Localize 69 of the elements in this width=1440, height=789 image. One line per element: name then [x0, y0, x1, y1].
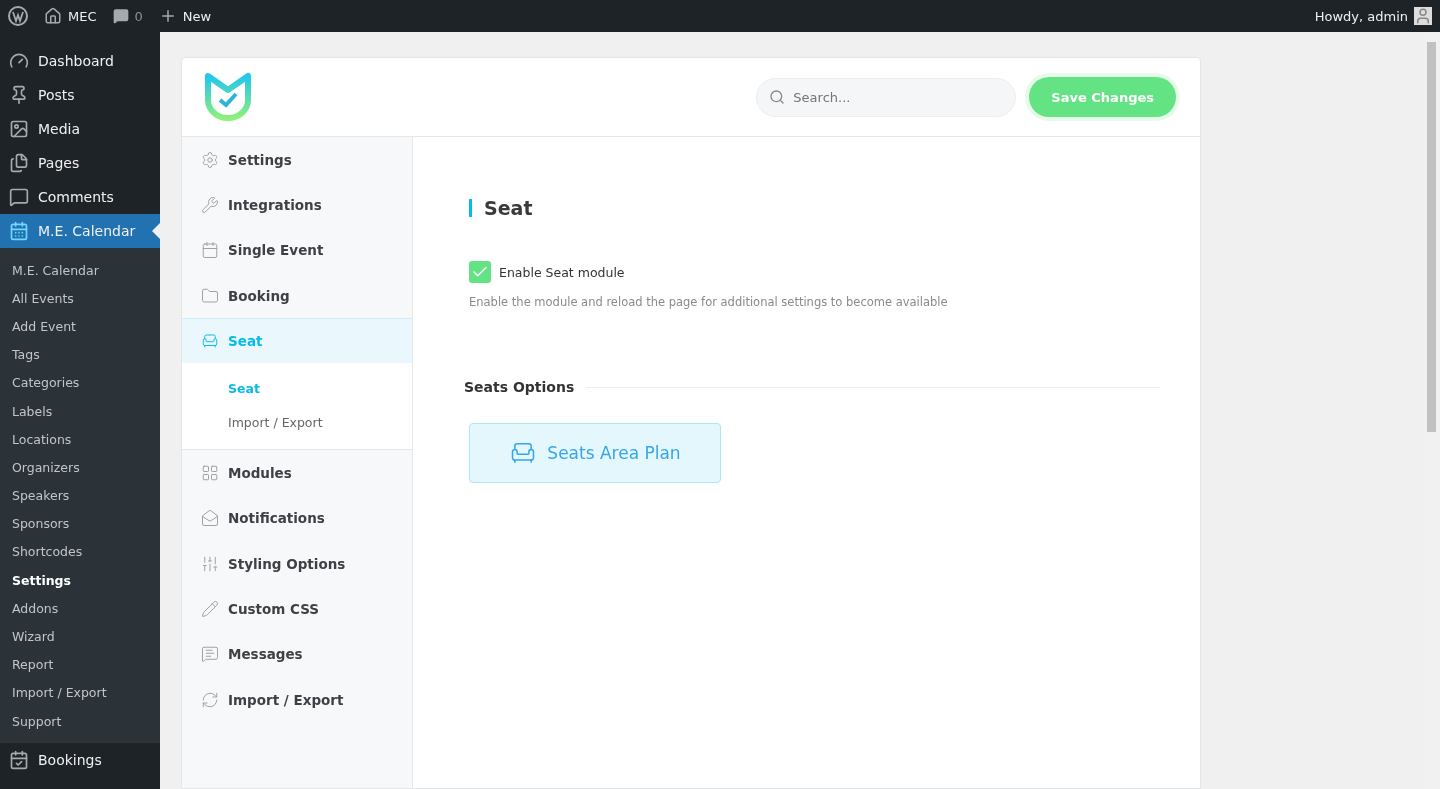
- submenu-item[interactable]: Categories: [0, 368, 160, 397]
- armchair-icon: [201, 332, 219, 351]
- submenu-item[interactable]: Add Event: [0, 312, 160, 341]
- calendar-icon: [201, 241, 219, 260]
- message-icon: [201, 645, 219, 664]
- nav-item[interactable]: Styling Options: [182, 541, 412, 587]
- account-link[interactable]: Howdy, admin: [1314, 7, 1432, 25]
- pages-icon: [9, 153, 29, 173]
- submenu-item[interactable]: Labels: [0, 396, 160, 426]
- comment-icon: [112, 8, 129, 24]
- menu-item[interactable]: Media: [0, 112, 160, 146]
- checkbox[interactable]: [469, 261, 491, 283]
- section-title: Seats Options: [464, 379, 575, 395]
- submenu-item[interactable]: Wizard: [0, 622, 160, 651]
- search-field[interactable]: Search...: [756, 77, 1017, 117]
- submenu-item[interactable]: Settings: [0, 566, 160, 595]
- grid-icon: [201, 464, 219, 483]
- submenu-item[interactable]: Locations: [0, 425, 160, 454]
- submenu-item[interactable]: All Events: [0, 284, 160, 313]
- nav-item[interactable]: Single Event: [182, 227, 412, 273]
- home-icon: [44, 7, 62, 25]
- nav-item[interactable]: Messages: [182, 631, 412, 677]
- wrench-icon: [201, 195, 219, 214]
- pin-icon: [9, 85, 29, 105]
- submenu-item[interactable]: Import / Export: [0, 678, 160, 707]
- menu-item[interactable]: Comments: [0, 180, 160, 214]
- comment-icon: [9, 187, 29, 207]
- sliders-icon: [201, 554, 219, 573]
- search-icon: [769, 88, 786, 105]
- submenu-item[interactable]: Sponsors: [0, 509, 160, 538]
- menu-item[interactable]: Bookings: [0, 743, 160, 778]
- checkbox-label: Enable Seat module: [499, 264, 625, 280]
- menu-item[interactable]: Pages: [0, 146, 160, 180]
- logo-icon: [202, 72, 254, 122]
- dashboard-icon: [9, 51, 29, 71]
- new-link[interactable]: New: [158, 7, 212, 25]
- nav-item[interactable]: Notifications: [182, 495, 412, 542]
- submenu-item[interactable]: Support: [0, 707, 160, 736]
- submenu-item[interactable]: Shortcodes: [0, 537, 160, 567]
- submenu-item[interactable]: Addons: [0, 594, 160, 623]
- page-title: Seat: [469, 199, 1160, 217]
- nav-item[interactable]: Custom CSS: [182, 586, 412, 632]
- pencil-icon: [201, 600, 219, 618]
- nav-item[interactable]: Integrations: [182, 182, 412, 228]
- comments-link[interactable]: 0: [112, 8, 143, 24]
- nav-item[interactable]: Settings: [182, 137, 412, 183]
- menu-item[interactable]: Posts: [0, 78, 160, 112]
- description-text: Enable the module and reload the page for additional settings to become available: [469, 295, 949, 309]
- submenu-item[interactable]: Organizers: [0, 453, 160, 482]
- menu-item[interactable]: Dashboard: [0, 44, 160, 78]
- folder-icon: [201, 286, 219, 305]
- settings-icon: [201, 150, 219, 169]
- media-icon: [9, 119, 29, 139]
- nav-item[interactable]: Booking: [182, 272, 412, 319]
- nav-subitem[interactable]: Import / Export: [182, 405, 412, 440]
- wordpress-logo-icon[interactable]: [8, 6, 28, 26]
- nav-item[interactable]: Import / Export: [182, 676, 412, 723]
- submenu-item[interactable]: Speakers: [0, 481, 160, 510]
- submenu-item[interactable]: Report: [0, 650, 160, 679]
- nav-item[interactable]: Modules: [182, 450, 412, 496]
- calendar-icon: [9, 221, 29, 241]
- calendar-check-icon: [9, 750, 29, 771]
- submenu-item[interactable]: M.E. Calendar: [0, 256, 160, 285]
- envelope-icon: [201, 509, 219, 528]
- site-link[interactable]: MEC: [44, 7, 97, 25]
- submenu-item[interactable]: Tags: [0, 340, 160, 369]
- user-avatar-icon: [1414, 7, 1432, 25]
- menu-item[interactable]: M.E. Calendar: [0, 214, 160, 248]
- refresh-icon: [201, 690, 219, 709]
